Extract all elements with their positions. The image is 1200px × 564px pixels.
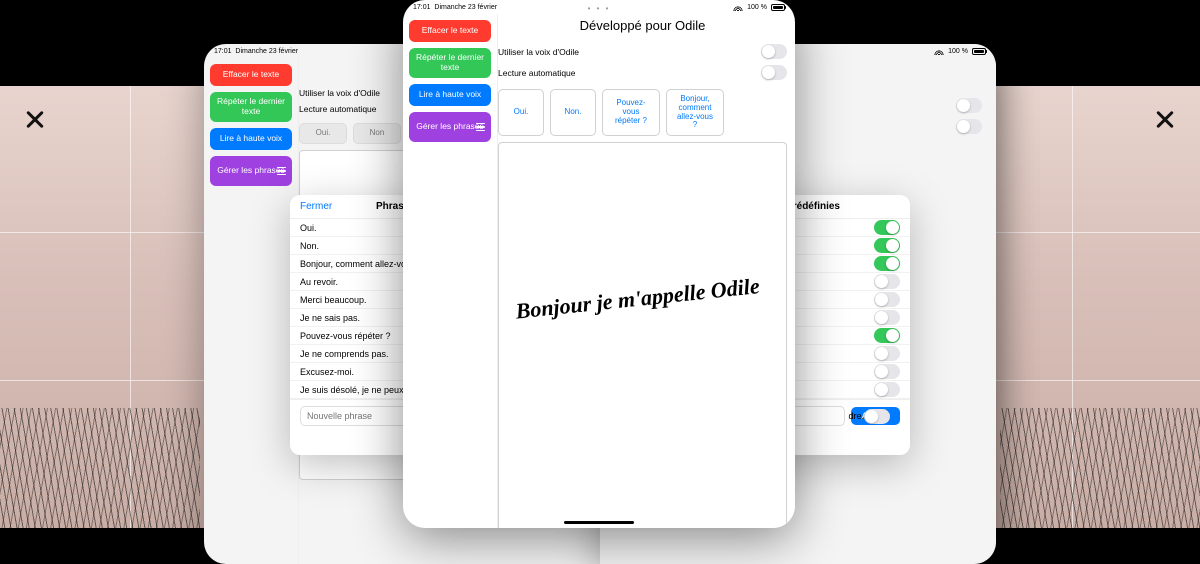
use-voice-label: Utiliser la voix d'Odile [498, 47, 579, 57]
text-canvas[interactable]: Bonjour je m'appelle Odile [498, 142, 787, 528]
speak-button[interactable]: Lire à haute voix [409, 84, 491, 106]
manage-phrases-button[interactable]: Gérer les phrases [210, 156, 292, 186]
crop-grid-line [1072, 86, 1073, 528]
status-date: Dimanche 23 février [235, 48, 298, 55]
wifi-icon [733, 4, 743, 11]
speak-button[interactable]: Lire à haute voix [210, 128, 292, 150]
home-indicator [564, 521, 634, 524]
voice-toggle[interactable] [956, 98, 982, 113]
manage-phrases-label: Gérer les phrases [217, 166, 285, 176]
multitask-dots-icon: • • • [588, 4, 611, 13]
handwritten-text: Bonjour je m'appelle Odile [514, 272, 776, 325]
chip-oui[interactable]: Oui. [299, 123, 347, 144]
auto-read-label: Lecture automatique [498, 68, 576, 78]
phrase-text: Au revoir. [300, 277, 338, 287]
phrase-toggle[interactable] [864, 409, 890, 424]
phrase-text: Je ne comprends pas. [300, 349, 389, 359]
phrase-toggle[interactable] [874, 382, 900, 397]
sidebar: Effacer le texte Répéter le dernier text… [403, 14, 497, 528]
chip-oui[interactable]: Oui. [498, 89, 544, 136]
phrase-toggle[interactable] [874, 310, 900, 325]
auto-toggle[interactable] [761, 65, 787, 80]
phrase-toggle[interactable] [874, 346, 900, 361]
erase-button[interactable]: Effacer le texte [210, 64, 292, 86]
phrase-text: Oui. [300, 223, 317, 233]
battery-icon [771, 4, 785, 11]
chip-hello[interactable]: Bonjour, comment allez-vous ? [666, 89, 724, 136]
phrase-toggle[interactable] [874, 238, 900, 253]
list-icon [277, 167, 286, 175]
repeat-button[interactable]: Répéter le dernier texte [409, 48, 491, 78]
manage-phrases-button[interactable]: Gérer les phrases [409, 112, 491, 142]
phrase-text: dre. [848, 411, 864, 421]
phrase-text: Je ne sais pas. [300, 313, 360, 323]
auto-toggle[interactable] [956, 119, 982, 134]
auto-read-label: Lecture automatique [299, 104, 377, 114]
ipad-screenshot-center: • • • 17:01 Dimanche 23 février 100 % Ef… [403, 0, 795, 528]
status-time: 17:01 [413, 4, 431, 11]
use-voice-label: Utiliser la voix d'Odile [299, 88, 380, 98]
phrase-text: Excusez-moi. [300, 367, 354, 377]
phrase-toggle[interactable] [874, 328, 900, 343]
status-battery-text: 100 % [948, 48, 968, 55]
close-icon[interactable] [24, 108, 46, 130]
phrase-toggle[interactable] [874, 364, 900, 379]
chip-non[interactable]: Non. [550, 89, 596, 136]
modal-close-link[interactable]: Fermer [300, 201, 332, 212]
status-date: Dimanche 23 février [434, 4, 497, 11]
phrase-toggle[interactable] [874, 220, 900, 235]
status-battery-text: 100 % [747, 4, 767, 11]
chip-non[interactable]: Non [353, 123, 401, 144]
sidebar: Effacer le texte Répéter le dernier text… [204, 58, 298, 564]
close-icon[interactable] [1154, 108, 1176, 130]
crop-grid-line [130, 86, 131, 528]
battery-icon [972, 48, 986, 55]
phrase-toggle[interactable] [874, 274, 900, 289]
status-time: 17:01 [214, 48, 232, 55]
phrase-text: Merci beaucoup. [300, 295, 367, 305]
modal-title-right: rédéfinies [793, 201, 840, 212]
repeat-button[interactable]: Répéter le dernier texte [210, 92, 292, 122]
wifi-icon [934, 48, 944, 55]
phrase-toggle[interactable] [874, 292, 900, 307]
manage-phrases-label: Gérer les phrases [416, 122, 484, 132]
phrase-text: Non. [300, 241, 319, 251]
erase-button[interactable]: Effacer le texte [409, 20, 491, 42]
voice-toggle[interactable] [761, 44, 787, 59]
phrase-toggle[interactable] [874, 256, 900, 271]
phrase-row: dre. [838, 407, 900, 425]
list-icon [476, 123, 485, 131]
chip-repeat[interactable]: Pouvez-vous répéter ? [602, 89, 660, 136]
phrase-text: Pouvez-vous répéter ? [300, 331, 391, 341]
app-title: Développé pour Odile [498, 14, 787, 41]
